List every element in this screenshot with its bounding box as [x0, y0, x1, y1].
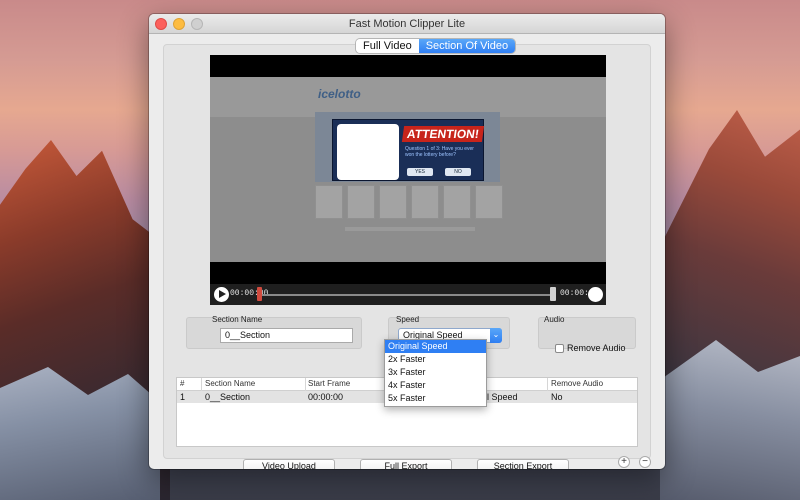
traffic-lights [155, 18, 203, 30]
video-upload-button[interactable]: Video Upload [243, 459, 335, 469]
col-divider [305, 378, 306, 391]
col-divider [201, 378, 202, 391]
cell-start-frame: 00:00:00 [308, 392, 344, 402]
chevron-down-icon: ⌄ [490, 328, 502, 343]
minimize-window-button[interactable] [173, 18, 185, 30]
video-ad-question: Question 1 of 3: Have you ever won the l… [405, 146, 474, 158]
col-section-name: Section Name [205, 379, 256, 388]
video-site-tiles [315, 185, 503, 219]
speed-option-original[interactable]: Original Speed [385, 340, 486, 353]
add-section-button[interactable]: + [618, 456, 630, 468]
play-icon[interactable] [214, 287, 229, 302]
audio-label: Audio [544, 315, 565, 324]
speed-option-4x[interactable]: 4x Faster [385, 379, 486, 392]
speed-option-2x[interactable]: 2x Faster [385, 353, 486, 366]
section-name-label: Section Name [212, 315, 263, 324]
tab-section-of-video[interactable]: Section Of Video [418, 39, 516, 53]
mode-tabs: Full Video Section Of Video [356, 39, 516, 53]
speed-label: Speed [396, 315, 420, 324]
col-divider [547, 378, 548, 391]
cell-section-name: 0__Section [205, 392, 251, 402]
section-name-input[interactable]: 0__Section [220, 328, 353, 343]
video-site-header [210, 77, 606, 117]
col-start-frame: Start Frame [308, 379, 351, 388]
volume-icon[interactable] [588, 287, 603, 302]
video-tile [315, 185, 343, 219]
timeline-track[interactable] [260, 294, 554, 296]
tab-full-video[interactable]: Full Video [356, 39, 419, 53]
video-tile [347, 185, 375, 219]
title-bar: Fast Motion Clipper Lite [149, 14, 665, 34]
video-ad-headline: ATTENTION! [401, 126, 485, 142]
zoom-window-button[interactable] [191, 18, 203, 30]
cell-number: 1 [180, 392, 186, 402]
speed-dropdown-menu: Original Speed 2x Faster 3x Faster 4x Fa… [384, 339, 487, 407]
cell-remove-audio: No [551, 392, 563, 402]
video-ad-yes: YES [407, 168, 433, 176]
video-player[interactable]: icelotto ATTENTION! Question 1 of 3: Hav… [210, 55, 606, 305]
remove-audio-checkbox[interactable] [555, 344, 564, 353]
video-tile [443, 185, 471, 219]
video-ad-no: NO [445, 168, 471, 176]
video-site-logo: icelotto [318, 87, 361, 101]
section-export-button[interactable]: Section Export [477, 459, 569, 469]
video-ad-image [337, 124, 399, 180]
cell-speed: l Speed [487, 392, 518, 402]
window-title: Fast Motion Clipper Lite [348, 18, 466, 30]
video-tile [379, 185, 407, 219]
player-controls: 00:00:00 00:00:23 [210, 284, 606, 305]
remove-section-button[interactable]: − [639, 456, 651, 468]
video-tile [411, 185, 439, 219]
video-tile [475, 185, 503, 219]
video-ad-popup: ATTENTION! Question 1 of 3: Have you eve… [332, 119, 485, 181]
col-number: # [180, 379, 185, 388]
video-site-footer [345, 227, 475, 231]
section-end-handle[interactable] [550, 287, 556, 301]
close-window-button[interactable] [155, 18, 167, 30]
speed-option-5x[interactable]: 5x Faster [385, 392, 486, 405]
full-export-button[interactable]: Full Export [360, 459, 452, 469]
section-start-handle[interactable] [257, 287, 262, 301]
col-remove-audio: Remove Audio [551, 379, 604, 388]
speed-option-3x[interactable]: 3x Faster [385, 366, 486, 379]
video-frame: icelotto ATTENTION! Question 1 of 3: Hav… [210, 77, 606, 262]
remove-audio-label: Remove Audio [567, 343, 626, 353]
